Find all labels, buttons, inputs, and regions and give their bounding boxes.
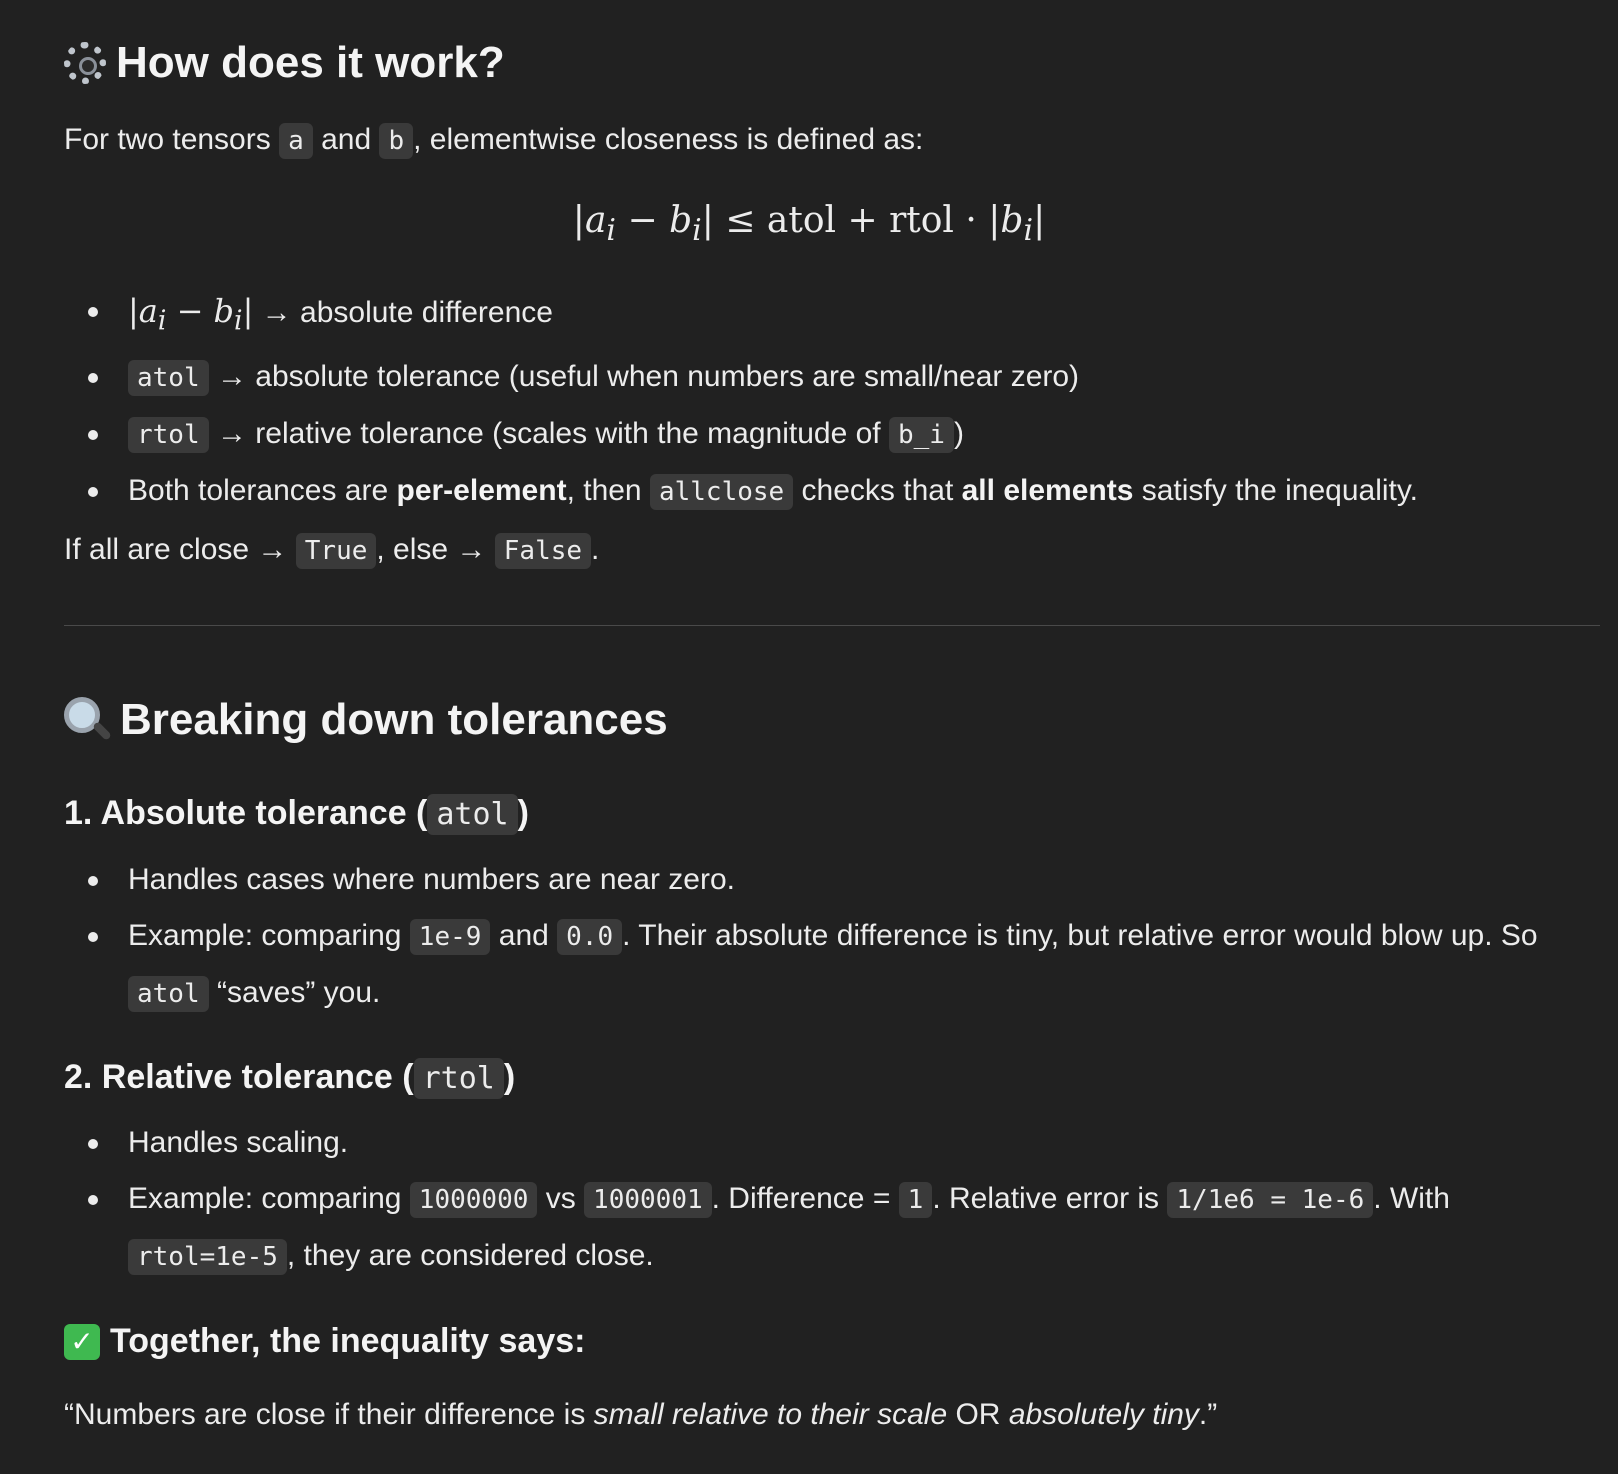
section-title-breaking-down: Breaking down tolerances: [64, 695, 668, 745]
code-rtol-value: rtol=1e-5: [128, 1239, 287, 1275]
abs-diff-math: |ai − bi|: [128, 292, 254, 337]
gear-icon: [64, 42, 106, 84]
intro-paragraph: For two tensors a and b, elementwise clo…: [64, 120, 923, 161]
result-paragraph: If all are close → True, else → False.: [64, 530, 599, 571]
page: How does it work? For two tensors a and …: [0, 0, 1618, 1474]
code-rtol: rtol: [128, 417, 209, 454]
list-item: Both tolerances are per-element, then al…: [64, 463, 1418, 520]
code-false: False: [494, 533, 592, 569]
code-b-i: b_i: [888, 417, 954, 454]
code-0-0: 0.0: [557, 919, 623, 955]
code-rtol: rtol: [413, 1058, 504, 1099]
code-1e-9: 1e-9: [409, 919, 491, 955]
subsection-title-rtol: 2. Relative tolerance (rtol): [64, 1058, 515, 1099]
code-relative-error: 1/1e6 = 1e-6: [1167, 1182, 1374, 1218]
definition-list: |ai − bi| → absolute difference atol → a…: [64, 283, 1418, 520]
check-icon: ✓: [64, 1323, 100, 1360]
code-a: a: [279, 123, 313, 159]
code-atol: atol: [128, 976, 209, 1012]
list-item: Handles scaling.: [64, 1115, 1564, 1171]
code-allclose: allclose: [649, 474, 794, 511]
together-title: ✓ Together, the inequality says:: [64, 1322, 586, 1361]
code-atol: atol: [128, 360, 209, 397]
section-divider: [64, 625, 1600, 626]
subsection-title-atol: 1. Absolute tolerance (atol): [64, 794, 529, 835]
code-atol: atol: [427, 794, 518, 835]
summary-quote: “Numbers are close if their difference i…: [64, 1398, 1218, 1431]
list-item: Example: comparing 1e-9 and 0.0. Their a…: [64, 908, 1564, 1022]
list-item: atol → absolute tolerance (useful when n…: [64, 349, 1418, 406]
atol-list: Handles cases where numbers are near zer…: [64, 852, 1564, 1022]
list-item: |ai − bi| → absolute difference: [64, 283, 1418, 349]
list-item: rtol → relative tolerance (scales with t…: [64, 406, 1418, 463]
code-b: b: [379, 123, 414, 159]
rtol-list: Handles scaling. Example: comparing 1000…: [64, 1115, 1564, 1285]
code-true: True: [295, 533, 377, 569]
closeness-formula: |ai − bi| ≤ atol + rtol · |bi|: [572, 200, 1046, 249]
code-1000000: 1000000: [409, 1182, 538, 1218]
section-title-how-it-works: How does it work?: [64, 38, 505, 88]
list-item: Example: comparing 1000000 vs 1000001. D…: [64, 1171, 1564, 1285]
list-item: Handles cases where numbers are near zer…: [64, 852, 1564, 908]
code-1: 1: [898, 1182, 933, 1218]
magnifier-icon: [64, 697, 110, 743]
code-1000001: 1000001: [584, 1182, 712, 1218]
